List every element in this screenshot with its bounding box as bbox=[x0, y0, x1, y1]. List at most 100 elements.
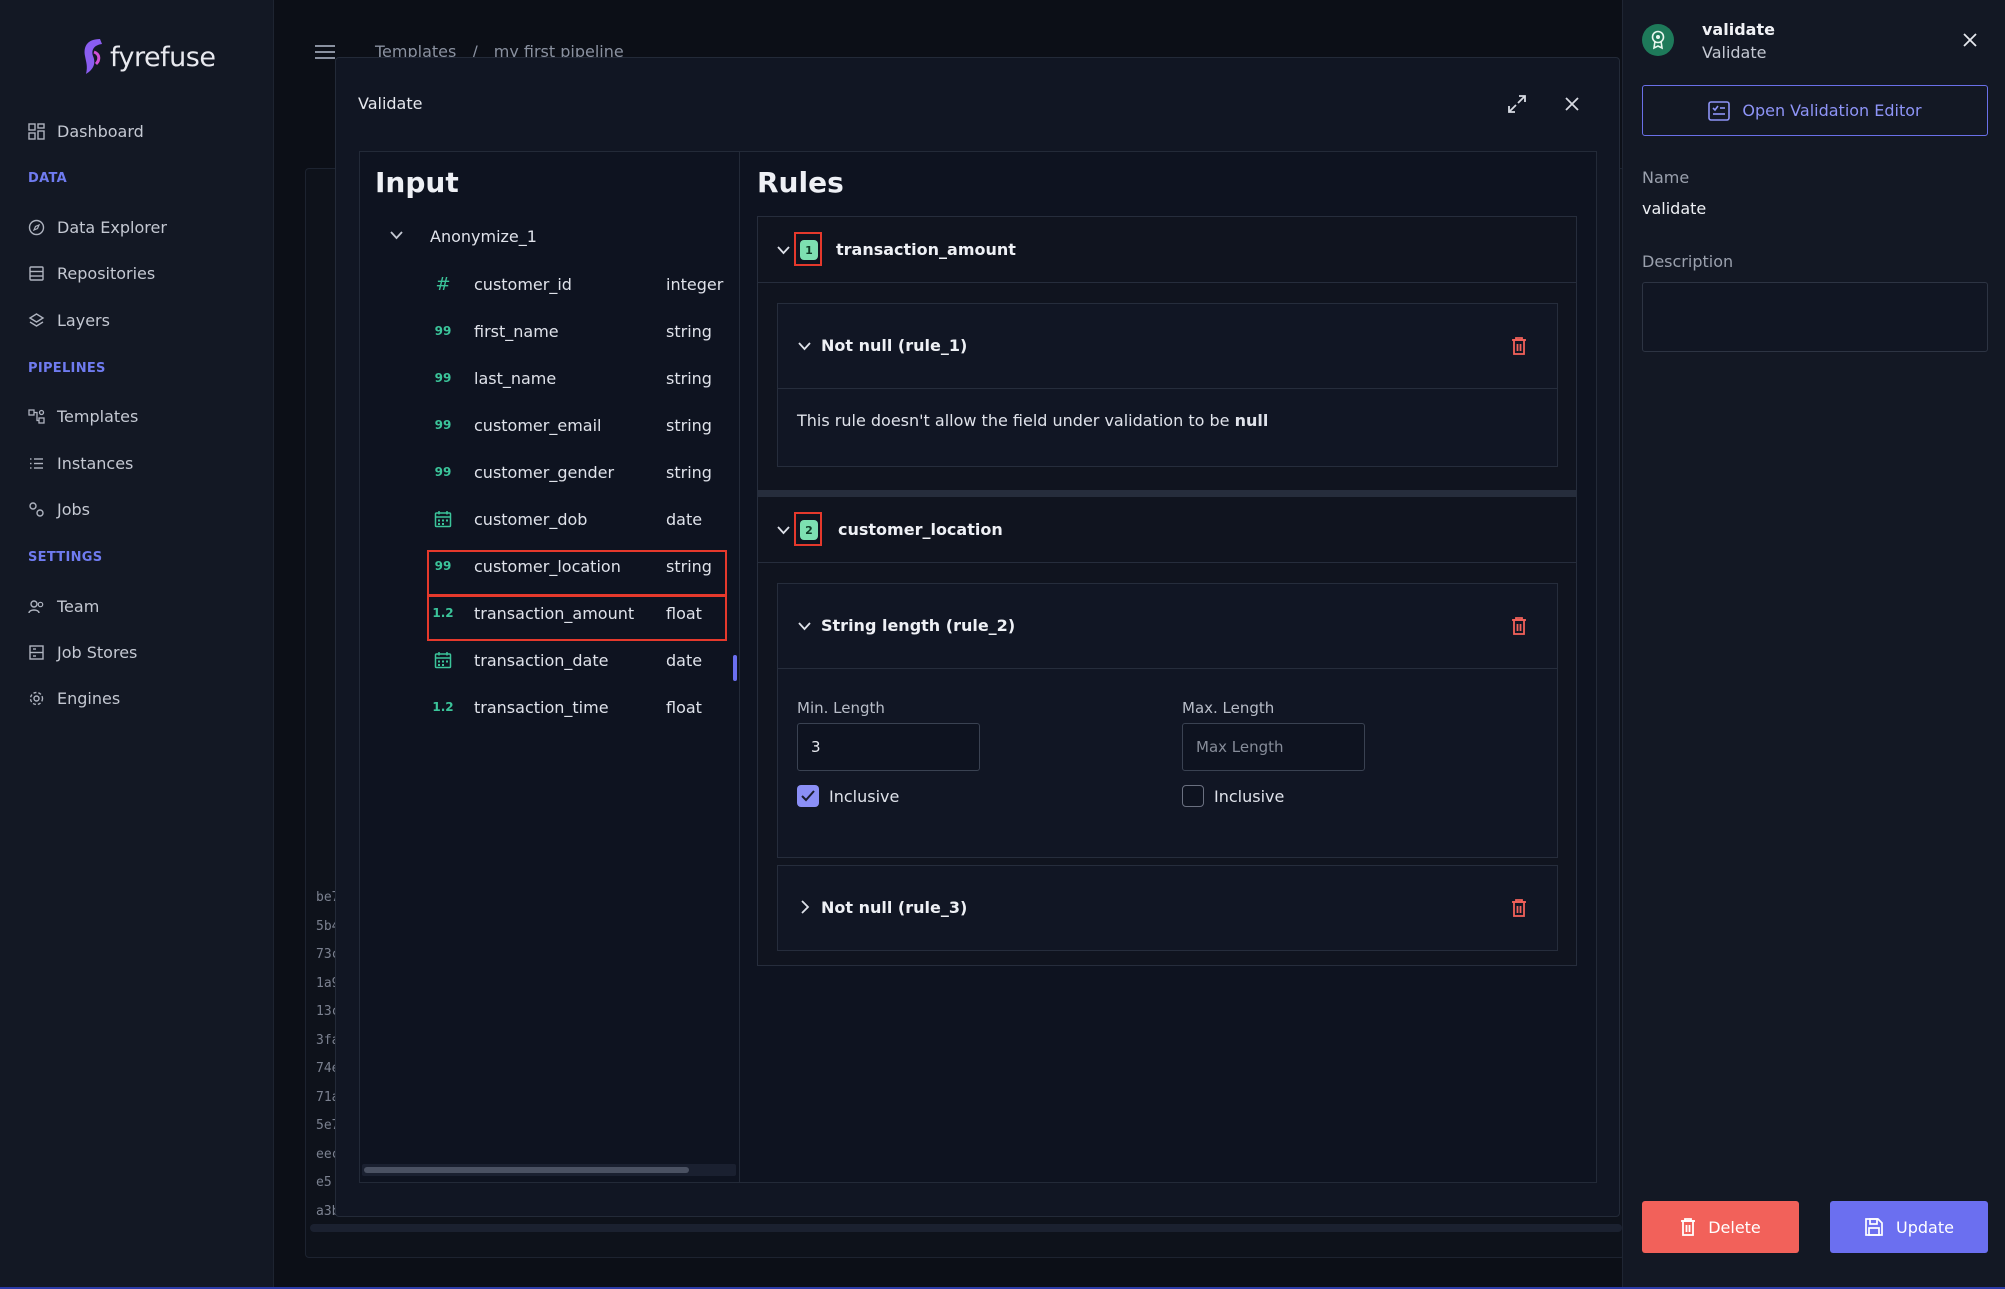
fyrefuse-logo-icon bbox=[84, 39, 102, 74]
sidebar-section-data: DATA bbox=[28, 171, 67, 186]
expand-button[interactable] bbox=[1507, 94, 1527, 114]
brand-logo[interactable]: fyrefuse bbox=[80, 36, 216, 78]
dashboard-icon bbox=[28, 122, 45, 140]
field-row-first-name[interactable]: 99 first_name string bbox=[360, 311, 740, 351]
rule-title: String length (rule_2) bbox=[821, 616, 1016, 635]
sidebar-item-data-explorer[interactable]: Data Explorer bbox=[28, 215, 167, 239]
dataset-node[interactable]: Anonymize_1 bbox=[360, 216, 740, 256]
chevron-down-icon bbox=[390, 231, 403, 240]
min-inclusive-checkbox[interactable] bbox=[797, 785, 819, 807]
brand-name: fyrefuse bbox=[110, 41, 216, 73]
drawer-subtitle: Validate bbox=[1702, 43, 1767, 62]
gear-icon bbox=[29, 691, 44, 705]
save-icon bbox=[1865, 1218, 1883, 1236]
rule-card-not-null-1: Not null (rule_1) This rule doesn't allo… bbox=[777, 303, 1558, 467]
rule-title: Not null (rule_1) bbox=[821, 336, 968, 355]
field-name: customer_email bbox=[474, 415, 602, 435]
sidebar-item-label: Jobs bbox=[57, 499, 90, 519]
background-scrollbar[interactable] bbox=[310, 1224, 1622, 1232]
menu-toggle-button[interactable] bbox=[315, 44, 335, 60]
name-value[interactable]: validate bbox=[1642, 199, 1706, 218]
input-panel: Input Anonymize_1 # customer_id integer 99 f… bbox=[360, 152, 740, 1182]
field-row-customer-email[interactable]: 99 customer_email string bbox=[360, 405, 740, 445]
rule-field-name: transaction_amount bbox=[836, 240, 1016, 259]
rule-group-header[interactable]: 2 customer_location bbox=[758, 497, 1576, 563]
sidebar-item-instances[interactable]: Instances bbox=[28, 451, 133, 475]
sidebar-item-templates[interactable]: Templates bbox=[28, 404, 138, 428]
sidebar: fyrefuse Dashboard DATA Data Explorer Re… bbox=[0, 0, 274, 1289]
field-row-customer-gender[interactable]: 99 customer_gender string bbox=[360, 452, 740, 492]
rule-card-header[interactable]: String length (rule_2) bbox=[778, 584, 1557, 669]
sidebar-section-settings: SETTINGS bbox=[28, 550, 103, 565]
description-textarea[interactable] bbox=[1642, 282, 1988, 352]
badge-number: 1 bbox=[800, 240, 818, 260]
sidebar-item-layers[interactable]: Layers bbox=[28, 308, 110, 332]
sidebar-item-team[interactable]: Team bbox=[28, 594, 99, 618]
scrollbar-thumb[interactable] bbox=[364, 1167, 689, 1173]
list-icon bbox=[30, 457, 43, 469]
calendar-icon-wrap bbox=[433, 651, 453, 669]
database-icon bbox=[29, 265, 44, 281]
sidebar-item-repositories[interactable]: Repositories bbox=[28, 261, 155, 285]
field-row-transaction-time[interactable]: 1.2 transaction_time float bbox=[360, 687, 740, 727]
field-row-transaction-date[interactable]: transaction_date date bbox=[360, 640, 740, 680]
field-type: date bbox=[666, 509, 703, 529]
calendar-icon bbox=[434, 652, 452, 669]
rule-group-header[interactable]: 1 transaction_amount bbox=[758, 217, 1576, 283]
background-table-row: e5 bbox=[316, 1175, 332, 1190]
max-length-input[interactable]: Max Length bbox=[1182, 723, 1365, 771]
field-name: customer_id bbox=[474, 274, 572, 294]
sidebar-item-jobs[interactable]: Jobs bbox=[28, 497, 90, 521]
field-type: float bbox=[666, 697, 702, 717]
modal-body: Input Anonymize_1 # customer_id integer 99 f… bbox=[359, 151, 1597, 1183]
team-icon bbox=[28, 599, 44, 613]
drawer-close-button[interactable] bbox=[1963, 33, 1977, 47]
expand-icon bbox=[1508, 95, 1526, 113]
sidebar-item-label: Layers bbox=[57, 310, 110, 330]
delete-label: Delete bbox=[1708, 1217, 1761, 1237]
rule-card-header[interactable]: Not null (rule_1) bbox=[778, 304, 1557, 389]
min-length-input[interactable]: 3 bbox=[797, 723, 980, 771]
validate-modal: Validate Input Anonymize_1 # customer_id i… bbox=[335, 57, 1620, 1217]
input-horizontal-scrollbar[interactable] bbox=[362, 1164, 736, 1176]
trash-icon[interactable] bbox=[1511, 616, 1527, 636]
vertical-scrollbar-thumb[interactable] bbox=[733, 655, 737, 681]
quote-icon: 99 bbox=[434, 465, 452, 479]
storage-icon bbox=[29, 644, 44, 660]
sidebar-item-label: Instances bbox=[57, 453, 134, 473]
decimal-icon: 1.2 bbox=[432, 700, 454, 714]
rule-card-header[interactable]: Not null (rule_3) bbox=[778, 866, 1557, 950]
sidebar-item-dashboard[interactable]: Dashboard bbox=[28, 119, 144, 143]
open-validation-editor-button[interactable]: Open Validation Editor bbox=[1642, 85, 1988, 136]
chevron-down-icon bbox=[798, 342, 811, 351]
delete-button[interactable]: Delete bbox=[1642, 1201, 1799, 1253]
update-label: Update bbox=[1896, 1217, 1954, 1237]
modal-close-button[interactable] bbox=[1564, 96, 1580, 112]
trash-icon[interactable] bbox=[1511, 898, 1527, 918]
layers-icon bbox=[28, 312, 45, 327]
trash-icon[interactable] bbox=[1511, 336, 1527, 356]
max-inclusive-checkbox[interactable] bbox=[1182, 785, 1204, 807]
chevron-right-icon bbox=[801, 900, 810, 914]
sidebar-item-label: Data Explorer bbox=[57, 217, 167, 237]
rule-card-string-length: String length (rule_2) Min. Length 3 Max… bbox=[777, 583, 1558, 858]
calendar-icon-wrap bbox=[433, 510, 453, 528]
min-inclusive-label: Inclusive bbox=[829, 787, 900, 806]
highlight-customer-location bbox=[427, 550, 727, 596]
sidebar-item-engines[interactable]: Engines bbox=[28, 686, 120, 710]
field-type: string bbox=[666, 462, 712, 482]
field-row-last-name[interactable]: 99 last_name string bbox=[360, 358, 740, 398]
badge-number: 2 bbox=[800, 520, 818, 540]
min-length-label: Min. Length bbox=[797, 699, 885, 717]
field-type: date bbox=[666, 650, 703, 670]
sidebar-item-label: Team bbox=[57, 596, 100, 616]
sidebar-item-job-stores[interactable]: Job Stores bbox=[28, 640, 137, 664]
field-row-customer-dob[interactable]: customer_dob date bbox=[360, 499, 740, 539]
field-row-customer-id[interactable]: # customer_id integer bbox=[360, 264, 740, 304]
field-type: string bbox=[666, 368, 712, 388]
rules-panel: Rules 1 transaction_amount Not null (rul… bbox=[741, 152, 1598, 1182]
highlight-transaction-amount bbox=[427, 595, 727, 641]
sidebar-item-label: Dashboard bbox=[57, 121, 144, 141]
update-button[interactable]: Update bbox=[1830, 1201, 1988, 1253]
hash-icon: # bbox=[435, 273, 451, 295]
